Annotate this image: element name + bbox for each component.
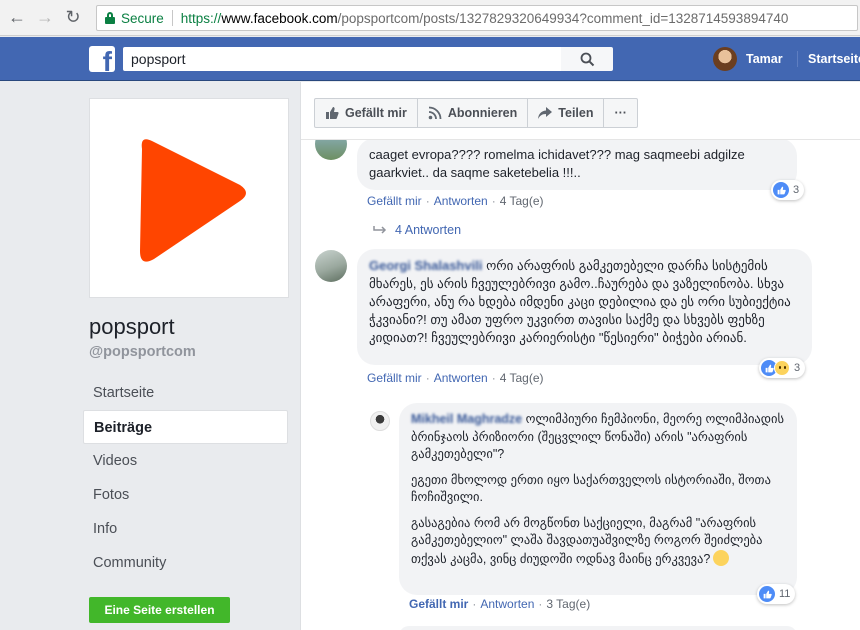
comment-meta: Gefällt mir · Antworten · 4 Tag(e) <box>367 371 544 385</box>
reply-reactions[interactable]: 11 <box>757 584 796 604</box>
comment-bubble: Georgi Shalashvili ორი არაფრის გამკეთებე… <box>357 249 812 365</box>
sidebar-item-fotos[interactable]: Fotos <box>83 478 288 512</box>
separator <box>171 10 173 26</box>
sidebar-item-beitraege[interactable]: Beiträge <box>83 410 288 444</box>
page-handle[interactable]: @popsportcom <box>89 344 196 360</box>
sidebar-item-info[interactable]: Info <box>83 512 288 546</box>
replies-count: 4 Antworten <box>395 223 462 237</box>
comment-author[interactable]: Georgi Shalashvili <box>369 258 482 273</box>
reply-time[interactable]: 3 Tag(e) <box>546 597 590 611</box>
reply-text-3: გასაგებია რომ არ მოგწონთ საქციელი, მაგრა… <box>411 515 763 566</box>
comment-bubble: caaget evropa???? romelma ichidavet??? m… <box>357 138 797 190</box>
facebook-top-bar: f popsport Tamar Startseite <box>0 37 860 81</box>
comment-time[interactable]: 4 Tag(e) <box>500 371 544 385</box>
share-button[interactable]: Teilen <box>528 99 605 127</box>
reply-text-2: ეგეთი მხოლოდ ერთი იყო საქართველოს ისტორი… <box>411 472 771 505</box>
url-scheme: https:// <box>180 10 222 26</box>
address-bar[interactable]: Secure https:// www.facebook.com /popspo… <box>96 5 858 31</box>
follow-button[interactable]: Abonnieren <box>418 99 529 127</box>
back-arrow-icon[interactable]: ← <box>6 7 28 29</box>
url-path: /popsportcom/posts/1327829320649934?comm… <box>337 10 789 26</box>
comment-reactions[interactable]: 3 <box>759 358 806 378</box>
comment-like-link[interactable]: Gefällt mir <box>367 194 422 208</box>
sidebar-item-community[interactable]: Community <box>83 546 288 580</box>
comment-time[interactable]: 4 Tag(e) <box>500 194 544 208</box>
comment-reactions[interactable]: 3 <box>771 180 805 200</box>
like-label: Gefällt mir <box>345 106 407 120</box>
page-sidebar-nav: Startseite Beiträge Videos Fotos Info Co… <box>83 376 288 580</box>
view-replies-link[interactable]: 4 Antworten <box>373 223 461 237</box>
comment-text: caaget evropa???? romelma ichidavet??? m… <box>369 147 745 180</box>
comment-reply-link[interactable]: Antworten <box>434 371 488 385</box>
reply-bubble: Mikheil Maghradze ოლიმპიური ჩემპიონი, მე… <box>399 403 797 595</box>
facebook-logo-icon[interactable]: f <box>89 46 115 72</box>
reaction-count: 3 <box>793 184 800 196</box>
post-card: Gefällt mir Abonnieren Teilen ··· caaget… <box>300 82 860 630</box>
home-link[interactable]: Startseite <box>808 52 860 66</box>
thumbs-up-icon <box>326 107 339 119</box>
reply-arrow-icon <box>373 226 387 234</box>
share-label: Teilen <box>558 106 594 120</box>
page-title[interactable]: popsport <box>89 314 175 340</box>
avatar[interactable] <box>713 47 737 71</box>
more-options-button[interactable]: ··· <box>604 99 637 127</box>
reply-avatar[interactable] <box>370 411 390 431</box>
sad-reaction-icon <box>774 360 790 376</box>
search-icon <box>580 52 594 66</box>
like-reaction-icon <box>773 182 789 198</box>
post-actions: Gefällt mir Abonnieren Teilen ··· <box>314 98 638 128</box>
browser-toolbar: ← → ↻ Secure https:// www.facebook.com /… <box>0 0 860 36</box>
forward-arrow-icon[interactable]: → <box>34 7 56 29</box>
reply-author[interactable]: Mikheil Maghradze <box>411 412 522 426</box>
create-page-button[interactable]: Eine Seite erstellen <box>89 597 230 623</box>
share-arrow-icon <box>538 107 553 119</box>
reply-like-link[interactable]: Gefällt mir <box>409 597 468 611</box>
reaction-count: 11 <box>779 588 791 600</box>
reply-reply-link[interactable]: Antworten <box>480 597 534 611</box>
comment-meta: Gefällt mir · Antworten · 4 Tag(e) <box>367 194 544 208</box>
more-icon: ··· <box>614 106 627 120</box>
lock-icon <box>105 12 115 24</box>
follow-label: Abonnieren <box>447 106 518 120</box>
comment-like-link[interactable]: Gefällt mir <box>367 371 422 385</box>
play-logo-icon <box>140 139 246 262</box>
like-reaction-icon <box>759 586 775 602</box>
reload-icon[interactable]: ↻ <box>62 7 84 29</box>
post-action-bar: Gefällt mir Abonnieren Teilen ··· <box>301 82 860 140</box>
rss-icon <box>428 106 442 120</box>
page-profile-picture[interactable] <box>89 98 289 298</box>
profile-link[interactable]: Tamar <box>746 52 783 66</box>
comment-reply-link[interactable]: Antworten <box>434 194 488 208</box>
like-button[interactable]: Gefällt mir <box>315 99 418 127</box>
secure-label: Secure <box>121 10 164 26</box>
search-input[interactable]: popsport <box>123 47 561 71</box>
sidebar-item-startseite[interactable]: Startseite <box>83 376 288 410</box>
sidebar-item-videos[interactable]: Videos <box>83 444 288 478</box>
smiley-emoji-icon <box>713 549 730 566</box>
next-reply-bubble <box>399 626 797 630</box>
search-button[interactable] <box>561 47 613 71</box>
comment-avatar[interactable] <box>315 250 347 282</box>
reply-meta: Gefällt mir · Antworten · 3 Tag(e) <box>409 597 591 611</box>
url-host: www.facebook.com <box>221 10 338 26</box>
divider <box>797 51 798 67</box>
reaction-count: 3 <box>794 362 801 374</box>
